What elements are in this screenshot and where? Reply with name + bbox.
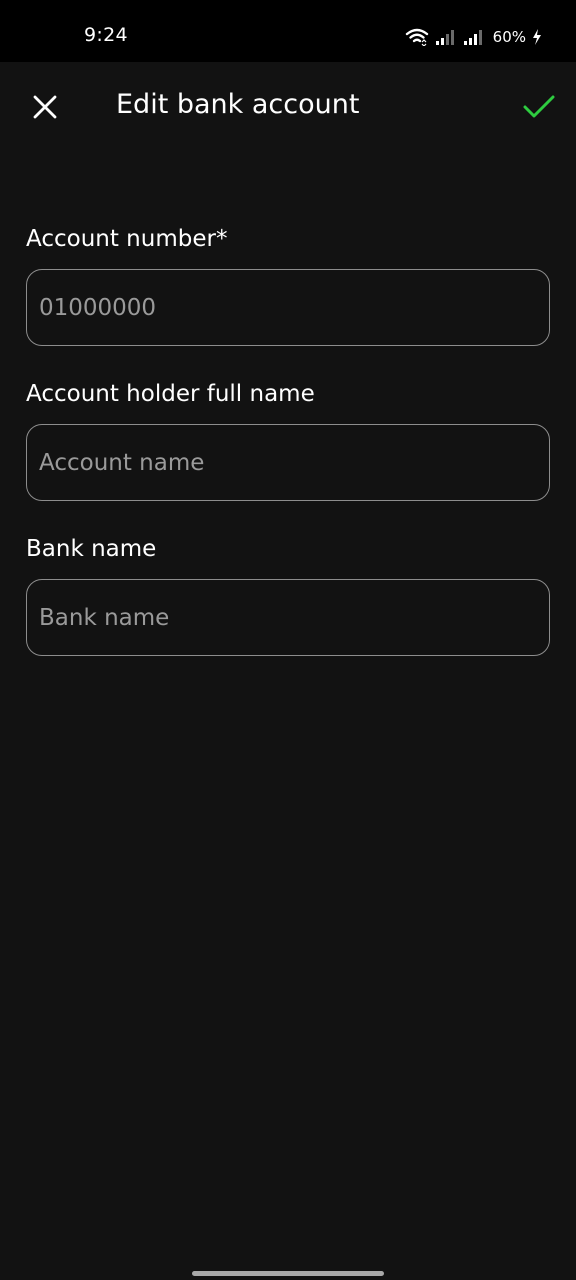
signal-icon [463, 30, 482, 45]
bank-account-form: Account number* Account holder full name… [26, 222, 550, 656]
status-bar: 9:24 60% [0, 0, 576, 62]
account-number-input[interactable] [26, 269, 550, 346]
bank-name-label: Bank name [26, 536, 157, 562]
charging-icon [533, 29, 541, 45]
signal-icon [435, 30, 454, 45]
home-indicator[interactable] [192, 1271, 384, 1276]
close-button[interactable] [22, 84, 68, 130]
page-title: Edit bank account [116, 89, 360, 120]
bank-name-input[interactable] [26, 579, 550, 656]
account-holder-input[interactable] [26, 424, 550, 501]
close-icon [33, 95, 57, 119]
app-bar: Edit bank account [0, 62, 576, 152]
check-icon [523, 95, 555, 118]
battery-level: 60% [492, 28, 526, 46]
status-time: 9:24 [84, 24, 128, 46]
status-icons: 60% [405, 26, 542, 48]
account-number-label: Account number* [26, 226, 228, 252]
account-holder-label: Account holder full name [26, 381, 315, 407]
wifi-icon [405, 28, 428, 46]
confirm-button[interactable] [516, 84, 562, 130]
